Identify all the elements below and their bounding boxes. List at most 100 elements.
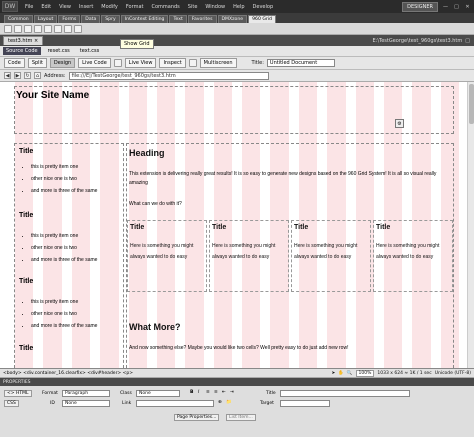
- doc-tab[interactable]: test3.htm ×: [3, 36, 44, 45]
- title-input[interactable]: Untitled Document: [266, 59, 335, 67]
- unordered-list-icon[interactable]: ≡: [206, 390, 210, 395]
- header-div[interactable]: Your Site Name ⚙: [14, 86, 454, 134]
- tooltip: Show Grid: [120, 39, 154, 49]
- grid-cell[interactable]: Title Here is something you might always…: [373, 220, 453, 292]
- html-mode-button[interactable]: <> HTML: [4, 390, 32, 397]
- grid-cell[interactable]: Title Here is something you might always…: [291, 220, 371, 292]
- menu-window[interactable]: Window: [201, 4, 229, 10]
- menu-format[interactable]: Format: [122, 4, 148, 10]
- file-management-icon[interactable]: [113, 59, 122, 67]
- back-icon[interactable]: ◀: [4, 72, 11, 79]
- browser-preview-icon[interactable]: [188, 59, 197, 67]
- doc-path-text: E:\TestGeorge\test_960gs\test3.htm: [372, 37, 463, 44]
- split-view-button[interactable]: Split: [27, 58, 47, 68]
- cell-title: Title: [294, 224, 309, 231]
- tab-common[interactable]: Common: [4, 15, 33, 23]
- tab-spry[interactable]: Spry: [101, 15, 120, 23]
- related-source-code[interactable]: Source Code: [3, 47, 41, 55]
- related-reset-css[interactable]: reset.css: [45, 47, 73, 55]
- live-view-button[interactable]: Live View: [124, 58, 157, 68]
- grid-pull-icon[interactable]: [64, 24, 72, 33]
- properties-header[interactable]: PROPERTIES: [0, 378, 474, 386]
- page-properties-button[interactable]: Page Properties...: [174, 414, 220, 421]
- menu-site[interactable]: Site: [184, 4, 202, 10]
- italic-icon[interactable]: I: [198, 390, 199, 395]
- design-canvas[interactable]: Your Site Name ⚙ Title this is pretty it…: [0, 82, 474, 369]
- menu-develop[interactable]: Develop: [249, 4, 278, 10]
- zoom-select[interactable]: 100%: [355, 369, 375, 377]
- id-select[interactable]: None: [62, 400, 110, 407]
- status-right: ➤ ✋ 🔍 100% 1033 x 624 ≈ 1K / 1 sec Unico…: [332, 369, 474, 377]
- tab-dmxzone[interactable]: DMXzone: [217, 15, 248, 23]
- code-view-button[interactable]: Code: [4, 58, 25, 68]
- window-size[interactable]: 1033 x 624 ≈ 1K / 1 sec: [377, 371, 431, 376]
- menu-edit[interactable]: Edit: [37, 4, 55, 10]
- tab-forms[interactable]: Forms: [58, 15, 81, 23]
- format-label: Format: [42, 391, 58, 396]
- grid-cell[interactable]: Title Here is something you might always…: [127, 220, 207, 292]
- maximize-icon[interactable]: □: [453, 3, 460, 10]
- restore-icon[interactable]: □: [465, 38, 470, 44]
- tag-selector[interactable]: <body> <div.container_16.clearfix> <div#…: [3, 371, 133, 376]
- workspace-switcher[interactable]: DESIGNER: [402, 1, 438, 12]
- hand-tool-icon[interactable]: ✋: [338, 371, 344, 376]
- list-item-button[interactable]: List Item...: [226, 414, 256, 421]
- grid-clear-icon[interactable]: [34, 24, 42, 33]
- live-code-button[interactable]: Live Code: [78, 58, 111, 68]
- point-to-file-icon[interactable]: ⊕: [218, 400, 222, 405]
- zoom-tool-icon[interactable]: 🔍: [347, 371, 353, 376]
- sidebar-list: this is pretty item one other nice one i…: [31, 161, 97, 197]
- indent-icon[interactable]: ⇥: [230, 390, 234, 395]
- tab-text[interactable]: Text: [169, 15, 187, 23]
- link-input[interactable]: [136, 400, 214, 407]
- design-view-button[interactable]: Design: [49, 58, 76, 68]
- cell-text: Here is something you might always wante…: [294, 243, 358, 260]
- insert-panel-tabs: Common Layout Forms Data Spry InContext …: [0, 13, 474, 23]
- format-select[interactable]: Paragraph: [62, 390, 110, 397]
- home-icon[interactable]: ⌂: [34, 72, 41, 79]
- sidebar-div[interactable]: Title this is pretty item one other nice…: [14, 143, 124, 368]
- forward-icon[interactable]: ▶: [14, 72, 21, 79]
- menu-commands[interactable]: Commands: [147, 4, 183, 10]
- tab-data[interactable]: Data: [81, 15, 101, 23]
- menu-insert[interactable]: Insert: [75, 4, 97, 10]
- insert-icon-strip: [0, 23, 474, 35]
- tab-favorites[interactable]: Favorites: [187, 15, 217, 23]
- menu-file[interactable]: File: [21, 4, 37, 10]
- title-field[interactable]: [280, 390, 410, 397]
- show-grid-icon[interactable]: [74, 24, 82, 33]
- outdent-icon[interactable]: ⇤: [222, 390, 226, 395]
- vertical-scrollbar[interactable]: [467, 82, 474, 368]
- tab-layout[interactable]: Layout: [33, 15, 58, 23]
- scrollbar-thumb[interactable]: [469, 84, 474, 124]
- ordered-list-icon[interactable]: ≡: [214, 390, 218, 395]
- close-icon[interactable]: ✕: [464, 3, 471, 10]
- browse-folder-icon[interactable]: 📁: [226, 400, 232, 405]
- properties-panel: <> HTML CSS Format Paragraph Class None …: [0, 386, 474, 437]
- grid-row-icon[interactable]: [14, 24, 22, 33]
- bold-icon[interactable]: B: [190, 390, 193, 395]
- target-select[interactable]: [280, 400, 330, 407]
- anchor-icon[interactable]: ⚙: [395, 119, 404, 128]
- css-mode-button[interactable]: CSS: [4, 400, 19, 407]
- inspect-button[interactable]: Inspect: [159, 58, 186, 68]
- sidebar-title: Title: [19, 345, 34, 352]
- related-text-css[interactable]: text.css: [77, 47, 102, 55]
- grid-settings-icon[interactable]: [44, 24, 52, 33]
- menu-help[interactable]: Help: [229, 4, 248, 10]
- refresh-icon[interactable]: ↻: [24, 72, 31, 79]
- main-content-div[interactable]: Heading This extension is delivering rea…: [126, 143, 454, 368]
- multiscreen-button[interactable]: Multiscreen: [199, 58, 237, 68]
- minimize-icon[interactable]: —: [442, 3, 449, 10]
- class-select[interactable]: None: [136, 390, 180, 397]
- menu-modify[interactable]: Modify: [97, 4, 122, 10]
- menu-view[interactable]: View: [55, 4, 75, 10]
- tab-960-grid[interactable]: 960 Grid: [248, 15, 276, 23]
- grid-cell[interactable]: Title Here is something you might always…: [209, 220, 289, 292]
- select-tool-icon[interactable]: ➤: [332, 371, 336, 376]
- grid-container-icon[interactable]: [4, 24, 12, 33]
- address-input[interactable]: file:///E|/TestGeorge/test_960gs/test3.h…: [68, 71, 269, 80]
- grid-cell-icon[interactable]: [24, 24, 32, 33]
- grid-push-icon[interactable]: [54, 24, 62, 33]
- tab-incontext-editing[interactable]: InContext Editing: [120, 15, 169, 23]
